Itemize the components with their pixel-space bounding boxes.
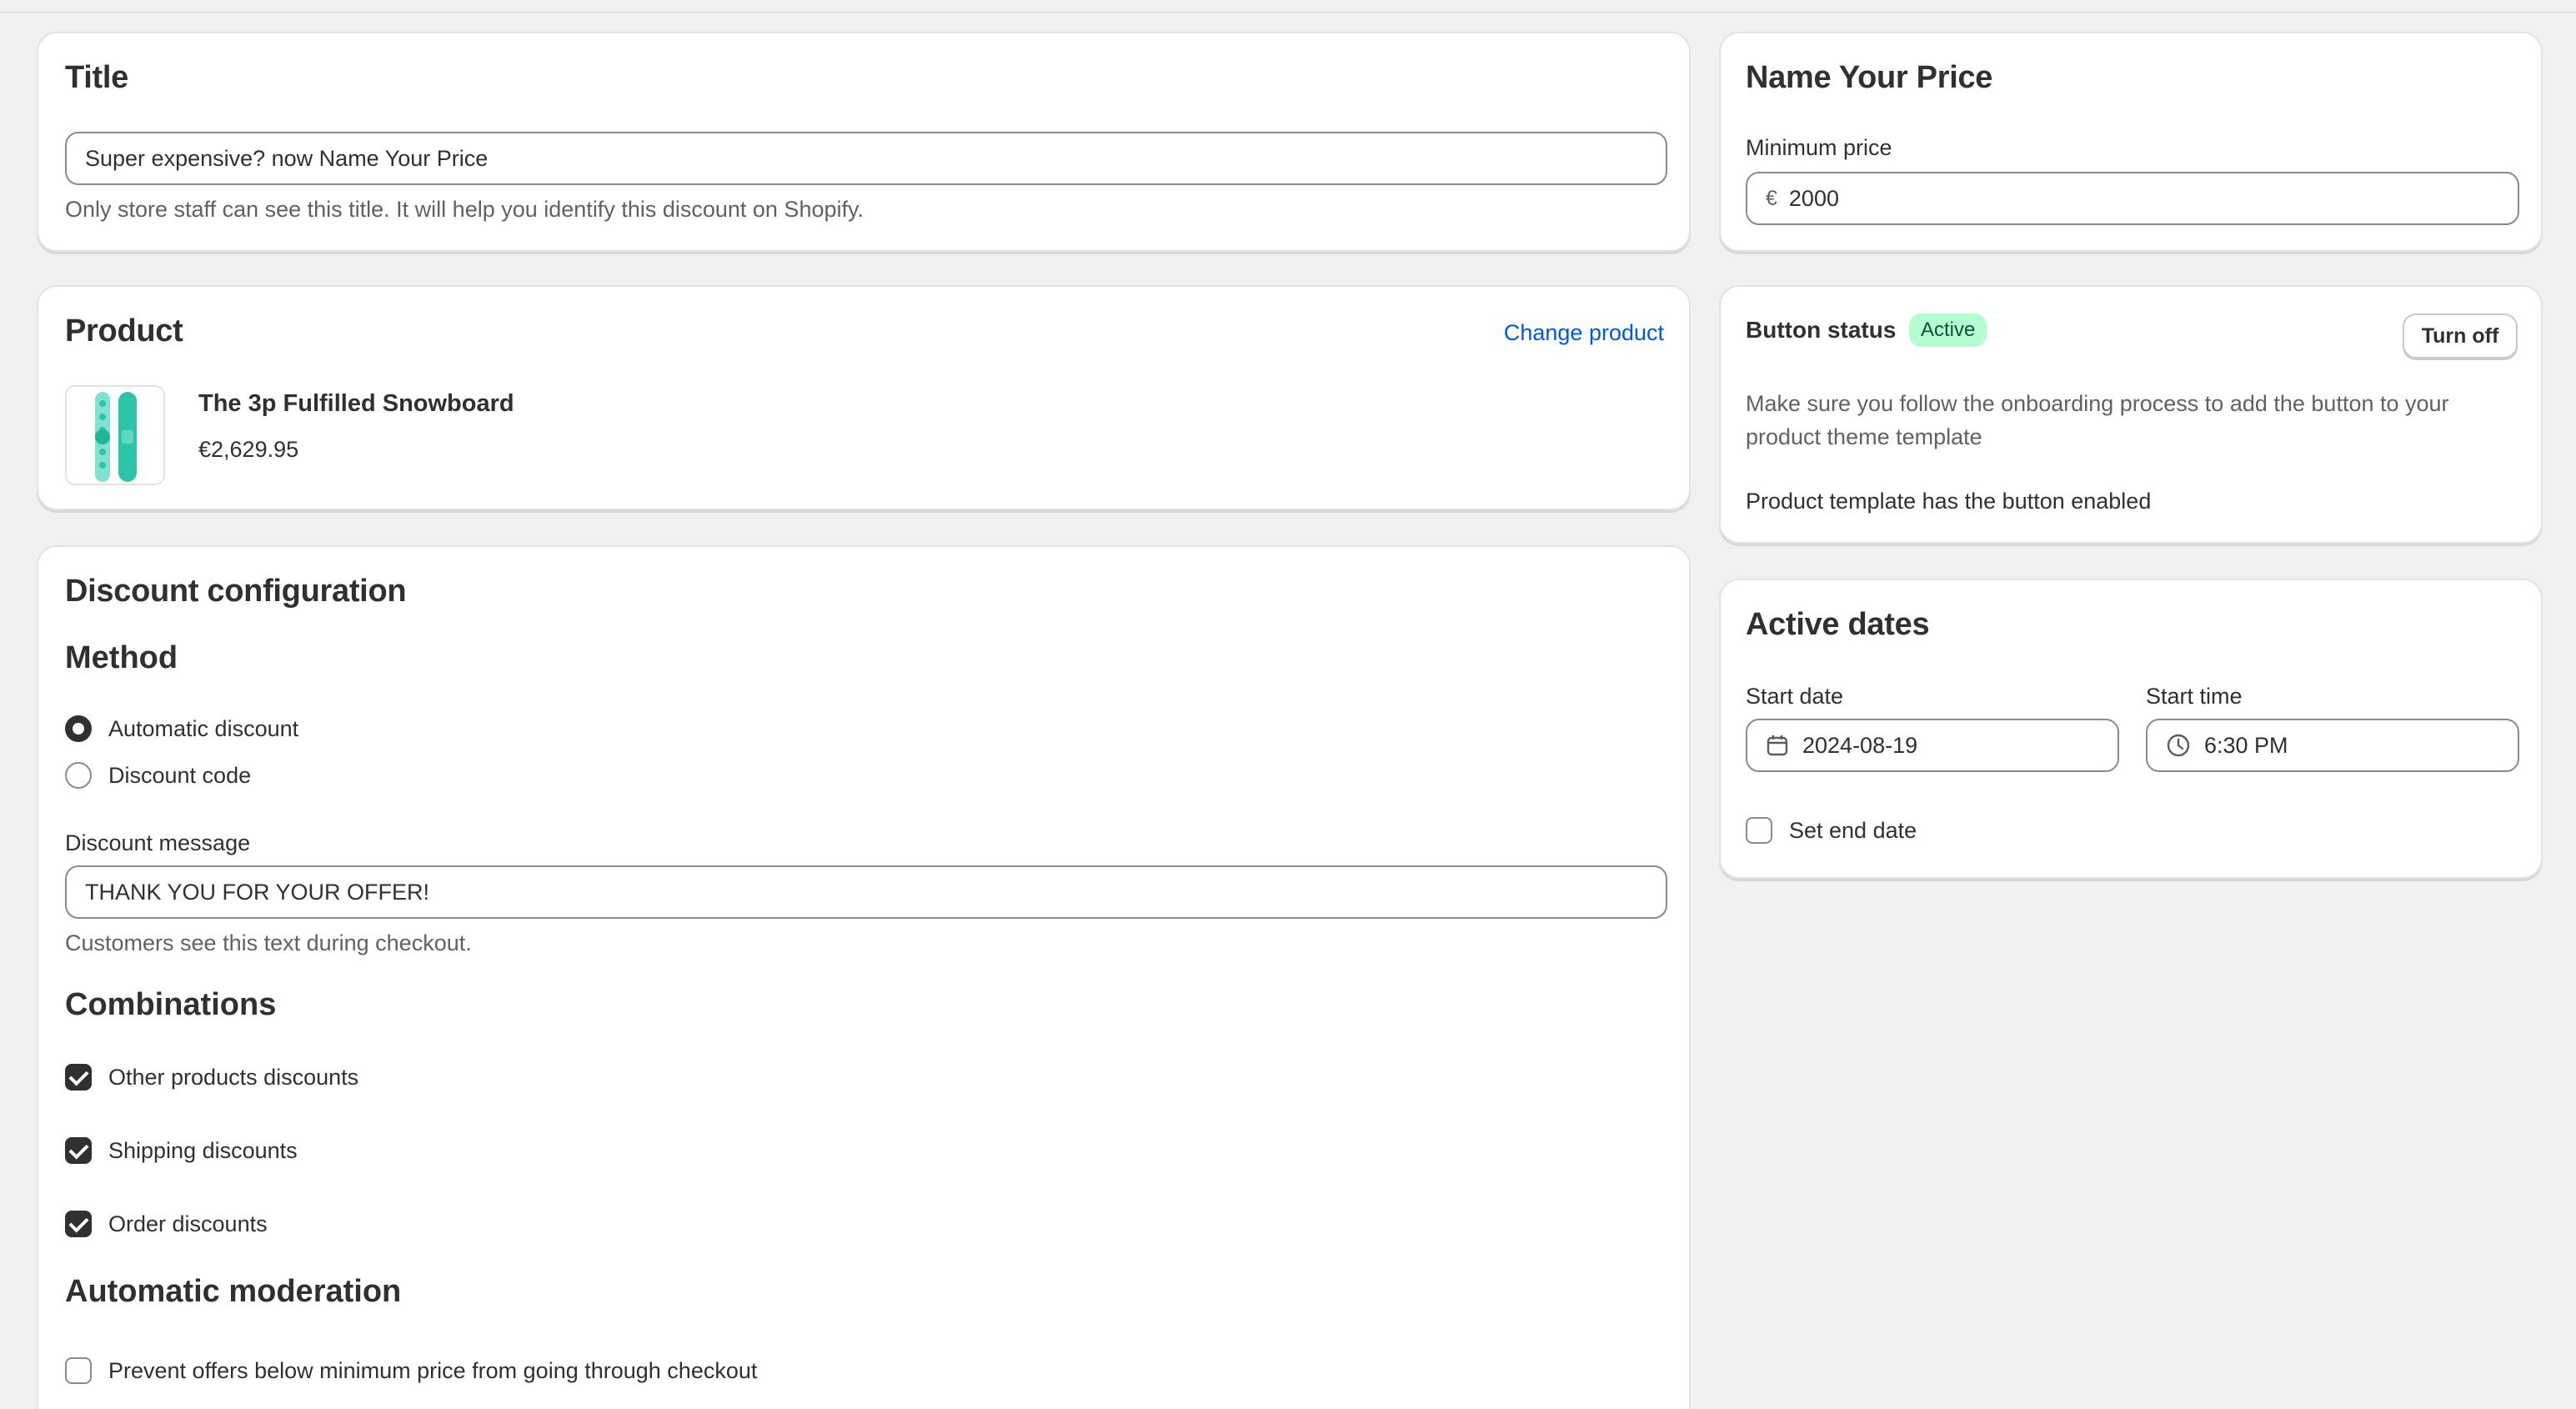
discount-message-label: Discount message bbox=[65, 830, 251, 855]
other-products-discounts-checkbox[interactable] bbox=[65, 1064, 92, 1091]
shipping-discounts-label: Shipping discounts bbox=[108, 1138, 298, 1163]
set-end-date-label: Set end date bbox=[1789, 818, 1917, 843]
start-time-input[interactable]: 6:30 PM bbox=[2146, 719, 2519, 772]
automatic-moderation-heading: Automatic moderation bbox=[65, 1274, 402, 1309]
snowboard-image bbox=[95, 392, 137, 482]
nyp-heading: Name Your Price bbox=[1746, 60, 1993, 95]
currency-prefix: € bbox=[1766, 186, 1777, 210]
minimum-price-label: Minimum price bbox=[1746, 135, 1892, 160]
automatic-discount-radio[interactable] bbox=[65, 715, 92, 742]
start-date-value: 2024-08-19 bbox=[1802, 732, 1918, 758]
turn-off-button[interactable]: Turn off bbox=[2403, 313, 2518, 359]
product-heading: Product bbox=[65, 313, 183, 348]
other-products-discounts-label: Other products discounts bbox=[108, 1065, 359, 1090]
discount-configuration-card: Discount configuration Method Automatic … bbox=[37, 545, 1691, 1409]
minimum-price-input[interactable]: € 2000 bbox=[1746, 172, 2519, 225]
template-status-text: Product template has the button enabled bbox=[1746, 489, 2152, 514]
name-your-price-card: Name Your Price Minimum price € 2000 bbox=[1719, 32, 2543, 252]
prevent-offers-checkbox[interactable] bbox=[65, 1357, 92, 1384]
product-name: The 3p Fulfilled Snowboard bbox=[198, 390, 514, 417]
product-card: Product Change product The 3p Fulfilled … bbox=[37, 285, 1691, 510]
set-end-date-checkbox[interactable] bbox=[1746, 817, 1772, 844]
prevent-offers-label: Prevent offers below minimum price from … bbox=[108, 1358, 758, 1383]
button-status-label: Button status bbox=[1746, 317, 1897, 343]
discount-message-help: Customers see this text during checkout. bbox=[65, 930, 472, 955]
minimum-price-value: 2000 bbox=[1788, 185, 1839, 211]
status-badge: Active bbox=[1909, 313, 1987, 347]
discount-code-label: Discount code bbox=[108, 763, 252, 788]
active-dates-card: Active dates Start date 2024-08-19 Start… bbox=[1719, 579, 2543, 879]
clock-icon bbox=[2167, 734, 2190, 757]
top-bar bbox=[0, 0, 2576, 13]
method-heading: Method bbox=[65, 640, 178, 675]
start-date-label: Start date bbox=[1746, 684, 1844, 709]
product-price: €2,629.95 bbox=[198, 437, 299, 462]
start-time-value: 6:30 PM bbox=[2204, 732, 2288, 758]
title-help-text: Only store staff can see this title. It … bbox=[65, 197, 864, 222]
automatic-discount-label: Automatic discount bbox=[108, 716, 299, 741]
start-date-input[interactable]: 2024-08-19 bbox=[1746, 719, 2119, 772]
order-discounts-label: Order discounts bbox=[108, 1211, 268, 1236]
title-input[interactable]: Super expensive? now Name Your Price bbox=[65, 132, 1667, 185]
change-product-link[interactable]: Change product bbox=[1504, 320, 1664, 346]
discount-message-input[interactable]: THANK YOU FOR YOUR OFFER! bbox=[65, 865, 1667, 919]
button-status-card: Button status Active Turn off Make sure … bbox=[1719, 285, 2543, 544]
order-discounts-checkbox[interactable] bbox=[65, 1211, 92, 1237]
product-thumbnail bbox=[65, 385, 165, 485]
active-dates-heading: Active dates bbox=[1746, 607, 1930, 642]
discount-config-heading: Discount configuration bbox=[65, 574, 407, 609]
start-time-label: Start time bbox=[2146, 684, 2243, 709]
onboarding-instructions: Make sure you follow the onboarding proc… bbox=[1746, 391, 2449, 449]
discount-code-radio[interactable] bbox=[65, 762, 92, 789]
calendar-icon bbox=[1767, 735, 1788, 756]
shipping-discounts-checkbox[interactable] bbox=[65, 1137, 92, 1164]
title-card: Title Super expensive? now Name Your Pri… bbox=[37, 32, 1691, 252]
title-heading: Title bbox=[65, 60, 128, 95]
combinations-heading: Combinations bbox=[65, 987, 277, 1022]
